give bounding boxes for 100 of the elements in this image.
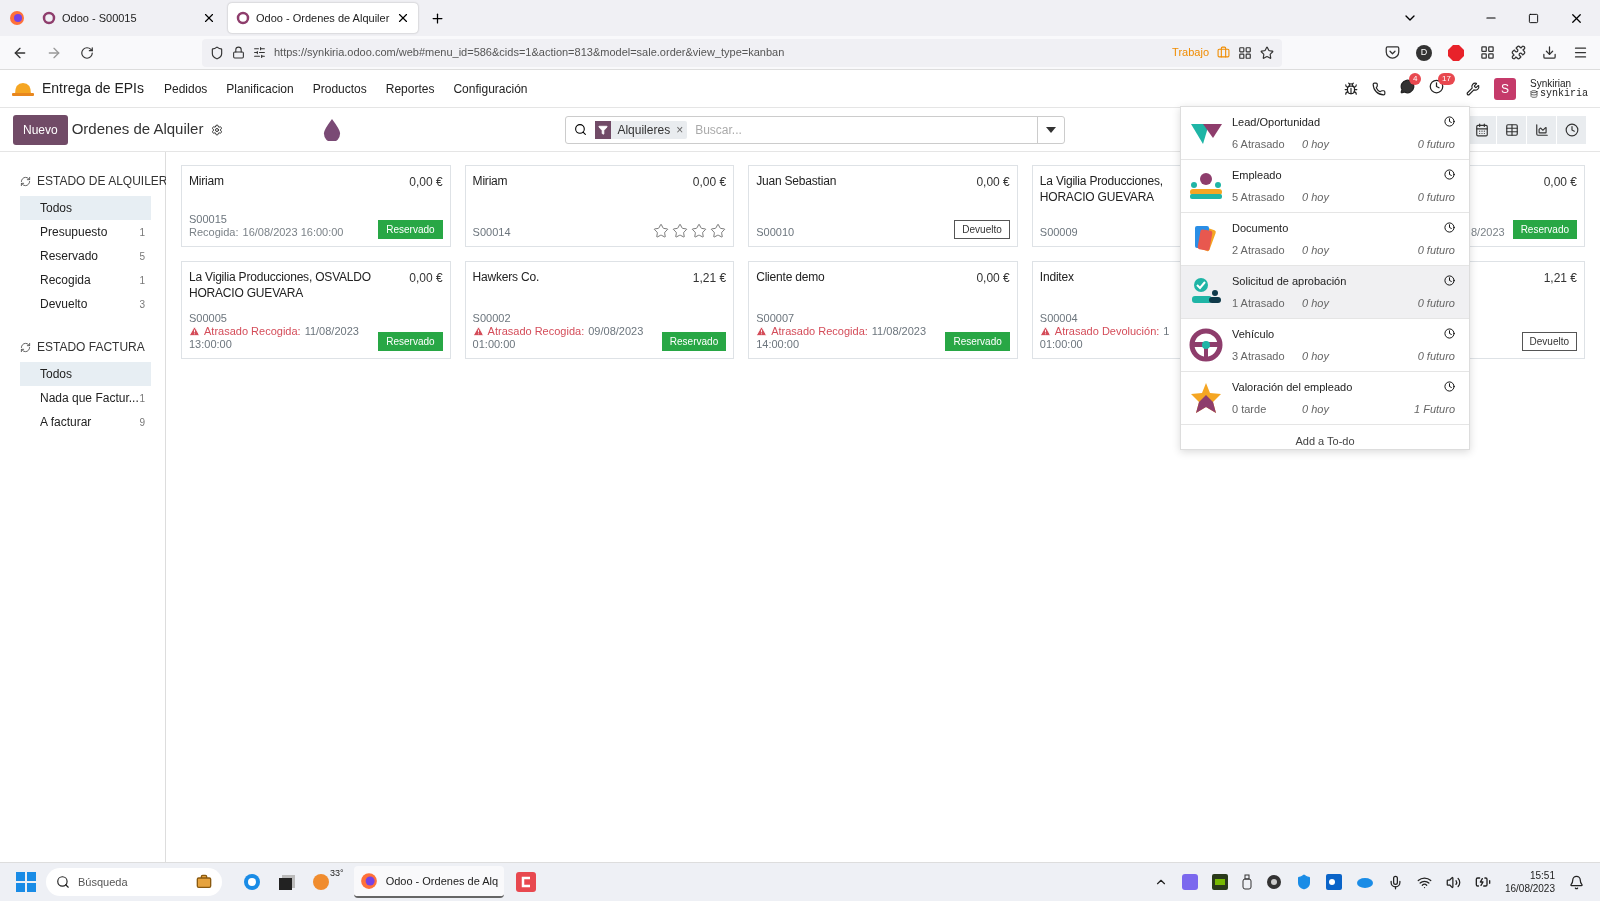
gear-icon[interactable] bbox=[211, 123, 224, 136]
app-icon[interactable] bbox=[516, 872, 537, 892]
database-icon bbox=[1530, 89, 1538, 98]
order-amount: 0,00 € bbox=[409, 174, 443, 191]
taskbar-window[interactable]: Odoo - Ordenes de Alq bbox=[353, 866, 505, 898]
filter-item[interactable]: Nada que Factur...1 bbox=[20, 386, 151, 410]
gpu-tray-icon[interactable] bbox=[1211, 874, 1228, 890]
microphone-icon[interactable] bbox=[1387, 874, 1403, 890]
apps-icon[interactable] bbox=[1480, 45, 1495, 60]
browser-tab[interactable]: Odoo - Ordenes de Alquiler bbox=[228, 3, 418, 33]
clock-icon[interactable] bbox=[1444, 169, 1455, 181]
search-bar[interactable]: Alquileres × Buscar... bbox=[565, 115, 1066, 144]
filter-facet[interactable]: Alquileres × bbox=[595, 120, 688, 139]
facet-remove[interactable]: × bbox=[676, 120, 688, 139]
close-icon[interactable] bbox=[202, 11, 216, 25]
taskbar-search[interactable]: Búsqueda bbox=[46, 868, 222, 896]
security-shield-icon[interactable] bbox=[1295, 874, 1312, 890]
activity-row[interactable]: Empleado 5 Atrasado 0 hoy 0 futuro bbox=[1181, 160, 1469, 213]
new-button[interactable]: Nuevo bbox=[13, 114, 68, 145]
menu-icon[interactable] bbox=[1573, 45, 1588, 60]
pocket-icon[interactable] bbox=[1385, 45, 1400, 60]
activity-row[interactable]: Vehículo 3 Atrasado 0 hoy 0 futuro bbox=[1181, 319, 1469, 372]
status-badge: Reservado bbox=[378, 220, 443, 239]
app-tray-icon[interactable] bbox=[1181, 874, 1198, 890]
window-app-icon[interactable] bbox=[278, 873, 296, 891]
clock-icon[interactable] bbox=[1444, 381, 1455, 393]
activity-row[interactable]: Lead/Oportunidad 6 Atrasado 0 hoy 0 futuro bbox=[1181, 107, 1469, 160]
filter-item[interactable]: Recogida 1 bbox=[20, 268, 151, 292]
menu-item[interactable]: Configuración bbox=[453, 79, 528, 98]
star-icon[interactable] bbox=[672, 223, 689, 239]
kanban-card[interactable]: La Vigilia Producciones, OSVALDO HORACIO GUEVARA 0,00 € S00005 Atrasado Recogida: 11/08/2023 13:00:00 Reservado bbox=[181, 261, 451, 359]
activity-row[interactable]: Valoración del empleado 0 tarde 0 hoy 1 Futuro bbox=[1181, 372, 1469, 425]
mail-app-icon[interactable] bbox=[1325, 874, 1342, 890]
clock-icon[interactable] bbox=[1444, 328, 1455, 340]
menu-item[interactable]: Productos bbox=[312, 79, 367, 98]
chart-icon[interactable] bbox=[1527, 115, 1557, 144]
caret-icon[interactable] bbox=[1046, 126, 1057, 133]
kanban-card[interactable]: Hawkers Co. 1,21 € S00002 Atrasado Recogida: 09/08/2023 01:00:00 Reservado bbox=[464, 261, 735, 359]
today-count: 0 hoy bbox=[1302, 190, 1329, 205]
clock-time: 15:51 bbox=[1529, 869, 1555, 882]
filter-item[interactable]: Reservado 5 bbox=[20, 244, 151, 268]
menu-item[interactable]: Planificacion bbox=[226, 79, 294, 98]
activity-row[interactable]: Solicitud de aprobación 1 Atrasado 0 hoy 0 futuro bbox=[1181, 266, 1469, 319]
status-badge: Devuelto bbox=[1521, 332, 1577, 351]
kanban-card[interactable]: Miriam 0,00 € S00014 bbox=[464, 165, 735, 247]
date-value: 1 bbox=[1163, 325, 1170, 338]
warning-icon bbox=[756, 326, 768, 337]
order-amount: 1,21 € bbox=[1543, 270, 1577, 287]
browser-tab[interactable]: Odoo - S00015 bbox=[34, 3, 224, 33]
star-icon[interactable] bbox=[691, 223, 708, 239]
star-icon[interactable] bbox=[653, 223, 670, 239]
reload-icon[interactable] bbox=[80, 45, 94, 60]
app-name[interactable]: Entrega de EPIs bbox=[42, 78, 144, 99]
volume-icon[interactable] bbox=[1445, 874, 1461, 890]
filter-item[interactable]: Presupuesto 1 bbox=[20, 220, 151, 244]
clock-icon[interactable] bbox=[1444, 275, 1455, 287]
profile-avatar[interactable]: D bbox=[1416, 44, 1432, 61]
facet-label: Alquileres bbox=[616, 121, 672, 139]
adblock-icon[interactable] bbox=[1448, 44, 1464, 61]
url-text: https://synkiria.odoo.com/web#menu_id=586&cids=1&action=813&model=sale.order&view_type=kanban bbox=[274, 45, 785, 61]
phone-icon[interactable] bbox=[1372, 81, 1386, 96]
clock-icon[interactable] bbox=[1444, 222, 1455, 234]
filter-item[interactable]: Devuelto 3 bbox=[20, 292, 151, 316]
new-tab-icon[interactable] bbox=[430, 10, 445, 26]
search-field[interactable]: Buscar... bbox=[695, 120, 1030, 139]
download-icon[interactable] bbox=[1542, 45, 1557, 60]
user-avatar[interactable]: S bbox=[1494, 77, 1516, 100]
kanban-card[interactable]: Juan Sebastian 0,00 € S00010 Devuelto bbox=[748, 165, 1018, 247]
clock-icon[interactable] bbox=[1444, 116, 1455, 128]
bug-icon[interactable] bbox=[1344, 81, 1358, 96]
filter-item[interactable]: Todos bbox=[20, 196, 151, 220]
tools-icon[interactable] bbox=[1466, 81, 1480, 96]
shield-icon bbox=[210, 45, 224, 60]
order-amount: 0,00 € bbox=[976, 270, 1010, 287]
tray-circle-icon[interactable] bbox=[1265, 874, 1282, 890]
kanban-card[interactable]: Miriam 0,00 € S00015 Recogida: 16/08/2023 16:00:00 Reservado bbox=[181, 165, 451, 247]
clock-icon[interactable] bbox=[1429, 78, 1444, 94]
menu-item[interactable]: Pedidos bbox=[163, 79, 208, 98]
filter-item[interactable]: A facturar 9 bbox=[20, 410, 151, 434]
close-icon[interactable] bbox=[396, 11, 410, 25]
browser-app-icon[interactable] bbox=[242, 872, 262, 892]
address-bar[interactable]: https://synkiria.odoo.com/web#menu_id=586&cids=1&action=813&model=sale.order&view_type=kanban Trabajo bbox=[202, 38, 1282, 67]
filter-item[interactable]: Todos bbox=[20, 362, 151, 386]
kanban-card[interactable]: Cliente demo 0,00 € S00007 Atrasado Recogida: 11/08/2023 14:00:00 Reservado bbox=[748, 261, 1018, 359]
bookmark-star-icon[interactable] bbox=[1260, 45, 1274, 60]
add-todo-link[interactable]: Add a To-do bbox=[1295, 433, 1355, 449]
table-icon[interactable] bbox=[1497, 115, 1527, 144]
notifications-icon[interactable] bbox=[1569, 874, 1584, 890]
filter-label: Reservado bbox=[40, 248, 99, 265]
cloud-icon[interactable] bbox=[1355, 875, 1374, 889]
battery-icon[interactable] bbox=[1474, 874, 1491, 890]
grid-icon[interactable] bbox=[1238, 45, 1252, 60]
usb-icon[interactable] bbox=[1241, 874, 1252, 890]
extensions-icon[interactable] bbox=[1511, 45, 1526, 60]
windows-logo-icon[interactable] bbox=[16, 872, 36, 892]
star-icon[interactable] bbox=[710, 223, 727, 239]
menu-item[interactable]: Reportes bbox=[385, 79, 435, 98]
restore-icon[interactable] bbox=[1528, 12, 1539, 24]
clock-date: 16/08/2023 bbox=[1504, 882, 1555, 895]
wifi-icon[interactable] bbox=[1416, 874, 1432, 890]
